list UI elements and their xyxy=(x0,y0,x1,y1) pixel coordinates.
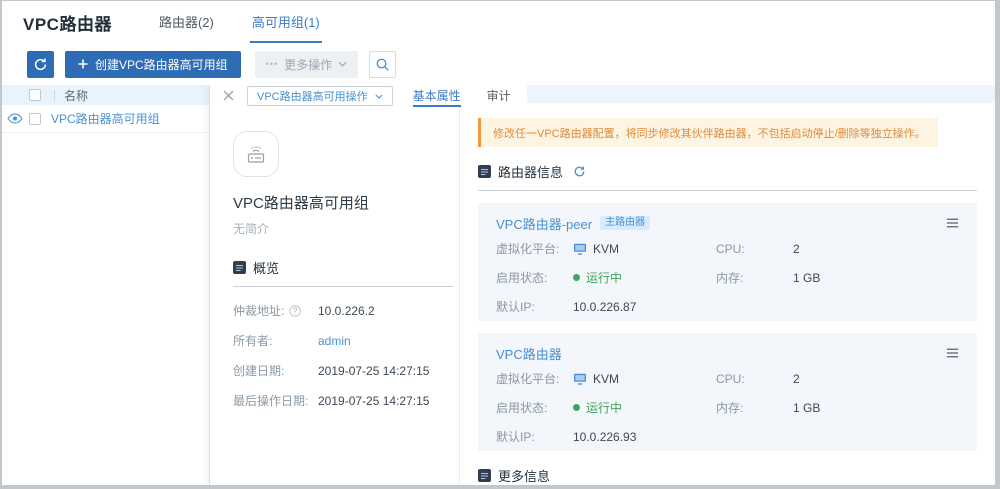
router-name-link[interactable]: VPC路由器 xyxy=(496,344,562,363)
main-area: 名称 VPC路由器高可用组 VPC路由器高可用操作 基本属性 审计 xyxy=(2,85,995,485)
router-card: VPC路由器 虚拟化平台: KVM CPU: 2 启用状态: 运行中 内存: 1… xyxy=(478,333,977,451)
router-info-heading: 路由器信息 xyxy=(498,162,563,181)
app-window: VPC路由器 路由器(2) 高可用组(1) 创建VPC路由器高可用组 ••• 更… xyxy=(0,0,1000,489)
status-badge: 运行中 xyxy=(586,399,622,416)
field-create-date: 创建日期: 2019-07-25 14:27:15 xyxy=(233,362,453,379)
card-menu-icon[interactable] xyxy=(946,218,959,228)
create-ha-group-button[interactable]: 创建VPC路由器高可用组 xyxy=(65,51,241,78)
section-divider xyxy=(233,286,453,287)
tab-basic-properties[interactable]: 基本属性 xyxy=(413,85,461,107)
row-checkbox[interactable] xyxy=(29,113,41,125)
toolbar: 创建VPC路由器高可用组 ••• 更多操作 xyxy=(2,43,995,85)
field-owner: 所有者: admin xyxy=(233,332,453,349)
status-dot xyxy=(573,274,580,281)
overview-fields: 仲裁地址:? 10.0.226.2 所有者: admin 创建日期: 2019-… xyxy=(233,302,453,409)
overview-section-header: 概览 xyxy=(233,258,453,277)
plus-icon xyxy=(78,59,88,69)
more-actions-button[interactable]: ••• 更多操作 xyxy=(255,51,358,78)
page-header: VPC路由器 路由器(2) 高可用组(1) xyxy=(2,1,995,43)
warning-banner: 修改任一VPC路由器配置，将同步修改其伙伴路由器，不包括启动停止/删除等独立操作… xyxy=(478,118,938,147)
detail-content-column: 修改任一VPC路由器配置，将同步修改其伙伴路由器，不包括启动停止/删除等独立操作… xyxy=(460,107,995,485)
section-refresh-icon[interactable] xyxy=(573,165,586,178)
detail-summary-column: VPC路由器高可用组 无简介 概览 仲裁地址:? 10.0.226.2 所有者: xyxy=(210,107,460,485)
more-info-icon xyxy=(478,469,491,482)
field-arbitration-address: 仲裁地址:? 10.0.226.2 xyxy=(233,302,453,319)
header-fill-strip xyxy=(527,85,995,103)
field-last-op-date: 最后操作日期: 2019-07-25 14:27:15 xyxy=(233,392,453,409)
refresh-button[interactable] xyxy=(27,51,54,78)
overview-icon xyxy=(233,261,246,274)
page-tabs: 路由器(2) 高可用组(1) xyxy=(157,1,322,43)
more-actions-label: 更多操作 xyxy=(284,56,332,73)
router-card: VPC路由器-peer 主路由器 虚拟化平台: KVM CPU: 2 启用状态:… xyxy=(478,203,977,321)
hypervisor-icon xyxy=(573,243,587,255)
more-info-heading: 更多信息 xyxy=(498,466,550,485)
status-badge: 运行中 xyxy=(586,269,622,286)
close-icon[interactable] xyxy=(223,90,235,102)
search-button[interactable] xyxy=(369,51,396,78)
detail-description: 无简介 xyxy=(233,220,453,237)
detail-body: VPC路由器高可用组 无简介 概览 仲裁地址:? 10.0.226.2 所有者: xyxy=(210,107,995,485)
table-row[interactable]: VPC路由器高可用组 xyxy=(2,105,209,133)
hypervisor-icon xyxy=(573,373,587,385)
svg-text:?: ? xyxy=(293,306,298,315)
select-all-checkbox[interactable] xyxy=(29,89,41,101)
router-info-section-header: 路由器信息 xyxy=(478,162,977,181)
more-info-section-header: 更多信息 xyxy=(478,466,977,485)
detail-title: VPC路由器高可用组 xyxy=(233,192,453,213)
create-ha-group-label: 创建VPC路由器高可用组 xyxy=(95,56,228,73)
card-menu-icon[interactable] xyxy=(946,348,959,358)
column-divider xyxy=(54,90,55,101)
list-header: 名称 xyxy=(2,85,209,105)
tab-ha-groups[interactable]: 高可用组(1) xyxy=(250,1,322,43)
search-icon xyxy=(375,57,390,72)
ha-group-list: 名称 VPC路由器高可用组 xyxy=(2,85,210,485)
router-info-icon xyxy=(478,165,491,178)
actions-dropdown[interactable]: VPC路由器高可用操作 xyxy=(247,86,393,106)
section-divider xyxy=(478,190,977,191)
chevron-down-icon xyxy=(338,61,347,67)
refresh-icon xyxy=(33,57,48,72)
overview-heading: 概览 xyxy=(253,258,279,277)
router-name-link[interactable]: VPC路由器-peer xyxy=(496,214,592,233)
page-title: VPC路由器 xyxy=(23,10,112,35)
owner-link[interactable]: admin xyxy=(318,334,351,348)
primary-router-badge: 主路由器 xyxy=(600,216,650,230)
chevron-down-icon xyxy=(375,94,383,99)
detail-header: VPC路由器高可用操作 基本属性 审计 xyxy=(210,85,995,107)
detail-panel: VPC路由器高可用操作 基本属性 审计 VPC路由器高可用组 无简介 xyxy=(210,85,995,485)
actions-dropdown-label: VPC路由器高可用操作 xyxy=(257,88,368,104)
help-icon[interactable]: ? xyxy=(289,305,301,317)
detail-tabs: 基本属性 审计 xyxy=(413,85,511,107)
status-dot xyxy=(573,404,580,411)
ellipsis-icon: ••• xyxy=(266,59,278,69)
ha-group-name-link[interactable]: VPC路由器高可用组 xyxy=(51,110,160,127)
tab-audit[interactable]: 审计 xyxy=(487,85,511,107)
name-column-header: 名称 xyxy=(64,87,88,104)
tab-routers[interactable]: 路由器(2) xyxy=(157,1,216,43)
vpc-router-ha-group-icon xyxy=(233,131,279,177)
viewing-eye-icon xyxy=(7,112,23,125)
